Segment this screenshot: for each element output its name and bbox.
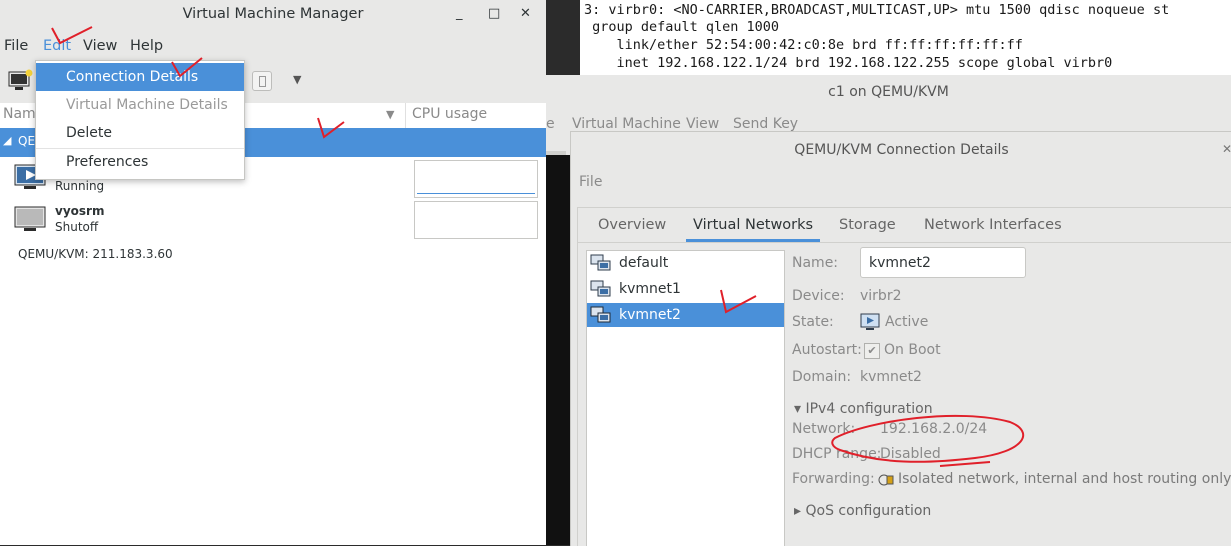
network-icon (590, 254, 611, 271)
list-item-selected[interactable]: kvmnet2 (587, 303, 784, 327)
terminal-window: 3: virbr0: <NO-CARRIER,BROADCAST,MULTICA… (580, 0, 1231, 75)
menubar: File Edit View Help (0, 31, 546, 61)
ipv4-expander[interactable]: ▾ IPv4 configuration (794, 401, 933, 417)
forwarding-value: Isolated network, internal and host rout… (898, 471, 1231, 487)
terminal-line: link/ether 52:54:00:42:c0:8e brd ff:ff:f… (584, 37, 1023, 53)
vm-row[interactable]: vyosrm Shutoff (0, 201, 546, 241)
autostart-value: On Boot (884, 342, 941, 358)
menu-item-vm-details[interactable]: Virtual Machine Details (36, 91, 244, 119)
cpu-usage-graph (414, 160, 538, 198)
name-label: Name: (792, 255, 839, 271)
vm-name: vyosrm (55, 204, 105, 218)
close-icon[interactable]: ✕ (1222, 142, 1231, 156)
name-field[interactable] (860, 247, 1026, 278)
network-label: Network: (792, 421, 856, 437)
network-name: kvmnet2 (619, 307, 681, 323)
network-name: default (619, 255, 669, 271)
connection-details-window: QEMU/KVM Connection Details ✕ File Overv… (570, 131, 1231, 546)
delete-vm-button[interactable] (252, 71, 272, 91)
qos-expander[interactable]: ▸ QoS configuration (794, 503, 931, 519)
terminal-line: inet 192.168.122.1/24 brd 192.168.122.25… (584, 55, 1113, 71)
vm-shutoff-icon (14, 206, 46, 231)
menu-file[interactable]: File (579, 174, 602, 190)
menu-help[interactable]: Help (130, 38, 163, 54)
domain-label: Domain: (792, 369, 852, 385)
vm-state: Shutoff (55, 220, 99, 234)
dhcp-label: DHCP range: (792, 446, 882, 462)
menu-view[interactable]: View (83, 38, 117, 54)
connection-label: QEMU/KVM: 211.183.3.60 (18, 247, 173, 261)
column-divider (405, 103, 406, 128)
column-cpu-header[interactable]: CPU usage (412, 106, 487, 122)
device-value: virbr2 (860, 288, 902, 304)
minimize-button[interactable]: _ (456, 6, 463, 21)
autostart-label: Autostart: (792, 342, 862, 358)
cpu-usage-graph (414, 201, 538, 239)
tab-virtual-networks[interactable]: Virtual Networks (686, 208, 821, 242)
new-vm-icon[interactable] (8, 69, 34, 93)
window-titlebar: Virtual Machine Manager (0, 0, 546, 31)
network-list: default kvmnet1 kvmnet2 (586, 250, 785, 546)
menu-file[interactable]: File (4, 38, 28, 54)
network-name: kvmnet1 (619, 281, 681, 297)
menu-item-delete[interactable]: Delete (36, 119, 244, 147)
state-value: Active (885, 314, 929, 330)
menu-send-key[interactable]: Send Key (733, 116, 798, 132)
menu-item-preferences[interactable]: Preferences (36, 148, 244, 176)
menu-view[interactable]: View (686, 116, 719, 132)
active-state-icon (860, 313, 880, 330)
tab-network-interfaces[interactable]: Network Interfaces (917, 208, 1069, 242)
list-item[interactable]: kvmnet1 (587, 277, 784, 301)
network-value: 192.168.2.0/24 (880, 421, 988, 437)
qos-section-title: QoS configuration (805, 503, 932, 519)
terminal-line: group default qlen 1000 (584, 19, 780, 35)
isolated-network-icon (878, 474, 894, 486)
window-title: QEMU/KVM Connection Details (794, 142, 1009, 158)
tab-storage[interactable]: Storage (832, 208, 903, 242)
window-title: Virtual Machine Manager (182, 6, 364, 22)
ipv4-section-title: IPv4 configuration (805, 401, 933, 417)
menu-virtual-machine[interactable]: Virtual Machine (572, 116, 681, 132)
close-button[interactable]: ✕ (520, 6, 531, 21)
list-item[interactable]: default (587, 251, 784, 275)
edit-menu-popup: Connection Details Virtual Machine Detai… (35, 60, 245, 180)
device-label: Device: (792, 288, 845, 304)
menu-item-connection-details[interactable]: Connection Details (36, 63, 244, 91)
details-body: Overview Virtual Networks Storage Networ… (577, 207, 1231, 546)
maximize-button[interactable]: □ (488, 6, 500, 21)
tab-bar: Overview Virtual Networks Storage Networ… (578, 208, 1231, 243)
menu-edit[interactable]: e (546, 116, 555, 132)
autostart-checkbox[interactable]: ✔ (864, 343, 880, 359)
vm-state: Running (55, 179, 105, 193)
network-icon (590, 306, 611, 323)
state-label: State: (792, 314, 834, 330)
menu-edit[interactable]: Edit (43, 38, 71, 54)
window-title: c1 on QEMU/KVM (546, 75, 1231, 109)
network-icon (590, 280, 611, 297)
chevron-down-icon[interactable]: ▼ (293, 73, 301, 86)
dhcp-value: Disabled (880, 446, 941, 462)
forwarding-label: Forwarding: (792, 471, 875, 487)
sort-arrow-icon[interactable]: ▼ (386, 108, 394, 121)
domain-value: kvmnet2 (860, 369, 922, 385)
trash-icon (259, 76, 266, 87)
terminal-line: 3: virbr0: <NO-CARRIER,BROADCAST,MULTICA… (584, 2, 1170, 18)
expander-icon[interactable]: ◢ (3, 134, 11, 147)
tab-overview[interactable]: Overview (591, 208, 673, 242)
